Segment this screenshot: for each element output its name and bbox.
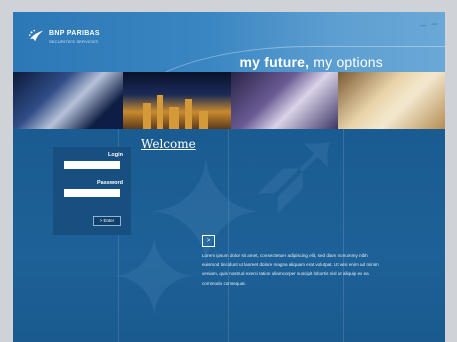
photo-documents bbox=[338, 72, 445, 129]
photo-city-blue bbox=[13, 72, 123, 129]
brand-name: BNP PARIBAS bbox=[49, 30, 100, 37]
password-label: Password bbox=[97, 180, 123, 186]
watermark-star-icon: ✦ bbox=[108, 217, 201, 340]
script-decoration: ~ ~ bbox=[418, 18, 440, 33]
arrow-button[interactable]: > bbox=[202, 235, 215, 247]
login-label: Login bbox=[108, 152, 123, 158]
brand-subtitle: SECURITIES SERVICES bbox=[49, 39, 99, 44]
login-panel: Login Password > Enter bbox=[53, 147, 131, 235]
enter-button[interactable]: > Enter bbox=[93, 216, 121, 226]
page-header: ~ ~ BNP PARIBAS SECURITIES SERVICES my f… bbox=[13, 12, 445, 167]
body-text: Lorem ipsum dolor sit amet, consectetuer… bbox=[202, 253, 379, 286]
password-input[interactable] bbox=[64, 189, 120, 197]
tagline-bold: my future, bbox=[239, 54, 310, 70]
stars-bird-icon bbox=[28, 29, 44, 42]
photo-city-skyline bbox=[123, 72, 231, 129]
watermark-bird-icon: ➶ bbox=[248, 102, 349, 236]
bnp-paribas-logo[interactable]: BNP PARIBAS SECURITIES SERVICES bbox=[25, 26, 120, 52]
web-page: ~ ~ BNP PARIBAS SECURITIES SERVICES my f… bbox=[13, 12, 445, 342]
photo-banner bbox=[13, 72, 445, 129]
screen-frame: ~ ~ BNP PARIBAS SECURITIES SERVICES my f… bbox=[0, 0, 457, 342]
tagline: my future, my options bbox=[240, 54, 383, 70]
welcome-title: Welcome bbox=[141, 137, 196, 151]
main-content: ✦ ✦ ➶ Login Password > Enter Welcome > L… bbox=[13, 109, 445, 342]
tagline-rest: my options bbox=[309, 54, 383, 70]
login-input[interactable] bbox=[64, 161, 120, 169]
